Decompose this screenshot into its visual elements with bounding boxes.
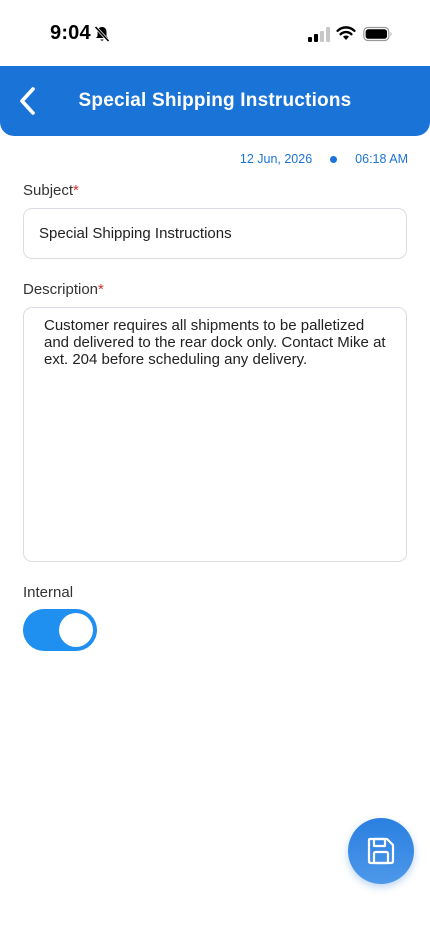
internal-label: Internal [23, 584, 74, 601]
internal-toggle[interactable] [23, 609, 97, 651]
screen: 9:04 Special Shipping Instructions 12 Ju… [0, 0, 430, 936]
status-time: 9:04 [50, 22, 91, 44]
subject-required-marker: * [73, 182, 79, 199]
timestamp-separator-dot [330, 155, 338, 163]
wifi-icon [336, 26, 356, 40]
description-textarea[interactable]: Customer requires all shipments to be pa… [23, 307, 407, 562]
save-button[interactable] [348, 818, 414, 884]
app-header: Special Shipping Instructions [0, 66, 430, 136]
page-title: Special Shipping Instructions [78, 90, 352, 111]
description-label: Description* [23, 281, 104, 298]
save-icon [367, 837, 395, 865]
signal-icon [308, 27, 330, 42]
battery-icon [363, 26, 392, 42]
subject-label: Subject* [23, 182, 79, 199]
timestamp-date: 12 Jun, 2026 [239, 152, 313, 166]
timestamp: 12 Jun, 2026 06:18 AM [240, 152, 408, 166]
description-label-text: Description [23, 281, 99, 298]
status-bar: 9:04 [0, 0, 430, 66]
bell-slash-icon [94, 25, 110, 43]
description-required-marker: * [98, 281, 104, 298]
subject-label-text: Subject [23, 182, 74, 199]
subject-input[interactable] [23, 208, 407, 259]
toggle-knob [59, 613, 93, 647]
timestamp-time: 06:18 AM [355, 152, 408, 166]
